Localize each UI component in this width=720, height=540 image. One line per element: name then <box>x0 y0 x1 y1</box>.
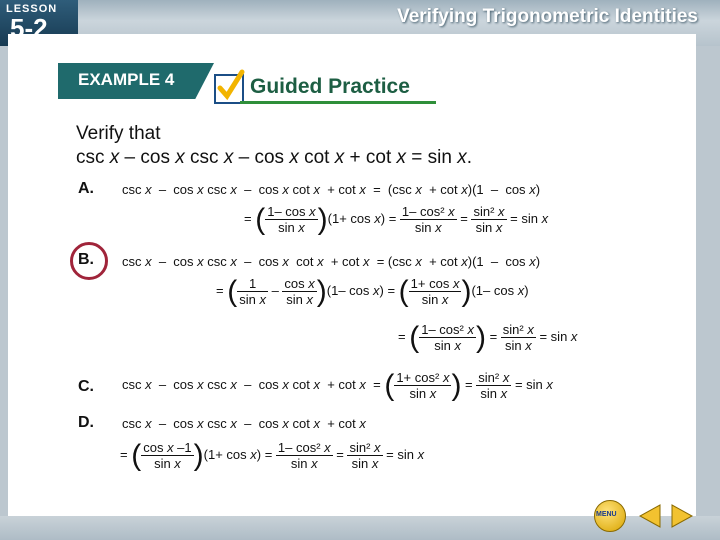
choice-b-line2[interactable]: = (1 sin x – cos x sin x)(1– cos x) = (1+ … <box>216 276 529 307</box>
previous-arrow-icon[interactable] <box>636 502 664 530</box>
next-arrow-icon[interactable] <box>668 502 696 530</box>
lesson-title: Verifying Trigonometric Identities <box>397 6 698 27</box>
problem-line-1: Verify that <box>76 123 161 144</box>
choice-a-label[interactable]: A. <box>78 180 94 198</box>
menu-label[interactable]: MENU <box>596 511 617 518</box>
checkmark-icon <box>214 69 245 104</box>
choice-b-line1[interactable]: csc x – cos x csc x – cos x cot x + cot … <box>122 254 540 269</box>
choice-a-line1[interactable]: csc x – cos x csc x – cos x cot x + cot … <box>122 182 540 197</box>
divider <box>240 101 436 104</box>
problem-statement: Verify that csc x – cos x csc x – cos x … <box>76 122 472 170</box>
choice-b-line3[interactable]: = (1– cos² x sin x) = sin² x sin x = sin x <box>398 322 577 353</box>
problem-line-2: csc x – cos x csc x – cos x cot x + cot … <box>76 147 473 168</box>
choice-a-line2[interactable]: = (1– cos x sin x)(1+ cos x) = 1– cos² xs… <box>244 204 548 235</box>
choice-d-line1[interactable]: csc x – cos x csc x – cos x cot x + cot … <box>122 416 366 431</box>
example-label: EXAMPLE 4 <box>78 70 175 89</box>
choice-c-line1[interactable]: csc x – cos x csc x – cos x cot x + cot … <box>122 370 553 401</box>
choice-b-label[interactable]: B. <box>78 251 94 269</box>
choice-d-line2[interactable]: = (cos x –1 sin x)(1+ cos x) = 1– cos² xs… <box>120 440 424 471</box>
choice-d-label[interactable]: D. <box>78 414 94 432</box>
choice-c-label[interactable]: C. <box>78 378 94 396</box>
guided-practice-label: Guided Practice <box>250 75 410 98</box>
